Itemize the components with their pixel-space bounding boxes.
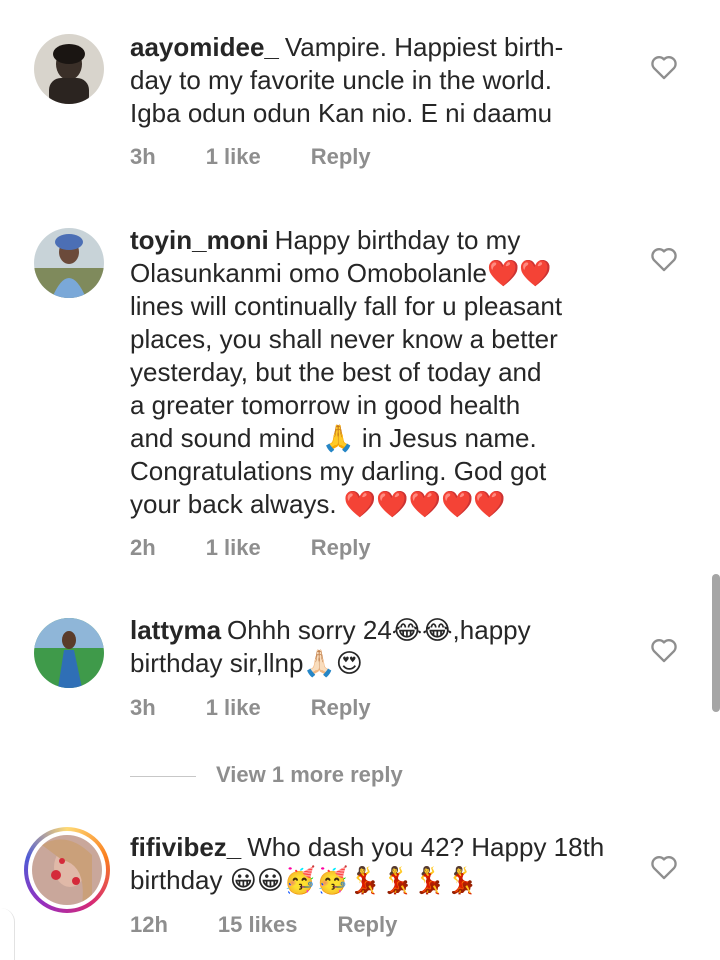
avatar[interactable] xyxy=(34,618,104,688)
comment-text: lattyma Ohhh sorry 24😂😂,happy birthday si… xyxy=(130,615,531,678)
heart-outline-icon xyxy=(651,56,677,80)
comment-text: aayomidee_ Vampire. Happiest birth- day t… xyxy=(130,32,564,128)
reply-button[interactable]: Reply xyxy=(311,695,371,720)
comment-time: 12h xyxy=(130,912,168,937)
comment-text: toyin_moni Happy birthday to my Olasunkan… xyxy=(130,225,563,519)
comment-time: 3h xyxy=(130,144,156,169)
comment-likes[interactable]: 1 like xyxy=(206,695,261,720)
comment-meta: 3h 1 like Reply xyxy=(130,144,421,170)
comment-username[interactable]: lattyma xyxy=(130,615,221,645)
like-button[interactable] xyxy=(650,637,678,663)
overlay-edge xyxy=(0,908,15,960)
avatar xyxy=(32,835,102,905)
comment-meta: 3h 1 like Reply xyxy=(130,695,421,721)
scrollbar[interactable] xyxy=(712,574,720,712)
avatar[interactable] xyxy=(34,228,104,298)
view-more-replies-button[interactable]: View 1 more reply xyxy=(130,762,403,788)
comment-username[interactable]: aayomidee_ xyxy=(130,32,279,62)
divider xyxy=(130,775,196,777)
heart-outline-icon xyxy=(651,856,677,880)
comment-time: 2h xyxy=(130,535,156,560)
reply-button[interactable]: Reply xyxy=(337,912,397,937)
like-button[interactable] xyxy=(650,854,678,880)
avatar-story-ring[interactable] xyxy=(24,827,110,913)
like-button[interactable] xyxy=(650,246,678,272)
comment-username[interactable]: fifivibez_ xyxy=(130,832,241,862)
reply-button[interactable]: Reply xyxy=(311,144,371,169)
avatar[interactable] xyxy=(34,34,104,104)
like-button[interactable] xyxy=(650,54,678,80)
comment-time: 3h xyxy=(130,695,156,720)
comment-text: fifivibez_ Who dash you 42? Happy 18th bi… xyxy=(130,832,605,895)
comment-likes[interactable]: 1 like xyxy=(206,144,261,169)
comment-likes[interactable]: 1 like xyxy=(206,535,261,560)
heart-outline-icon xyxy=(651,248,677,272)
comment-meta: 2h 1 like Reply xyxy=(130,535,421,561)
reply-button[interactable]: Reply xyxy=(311,535,371,560)
comment-username[interactable]: toyin_moni xyxy=(130,225,269,255)
heart-outline-icon xyxy=(651,639,677,663)
comment-likes[interactable]: 15 likes xyxy=(218,912,298,937)
comment-meta: 12h 15 likes Reply xyxy=(130,912,447,938)
